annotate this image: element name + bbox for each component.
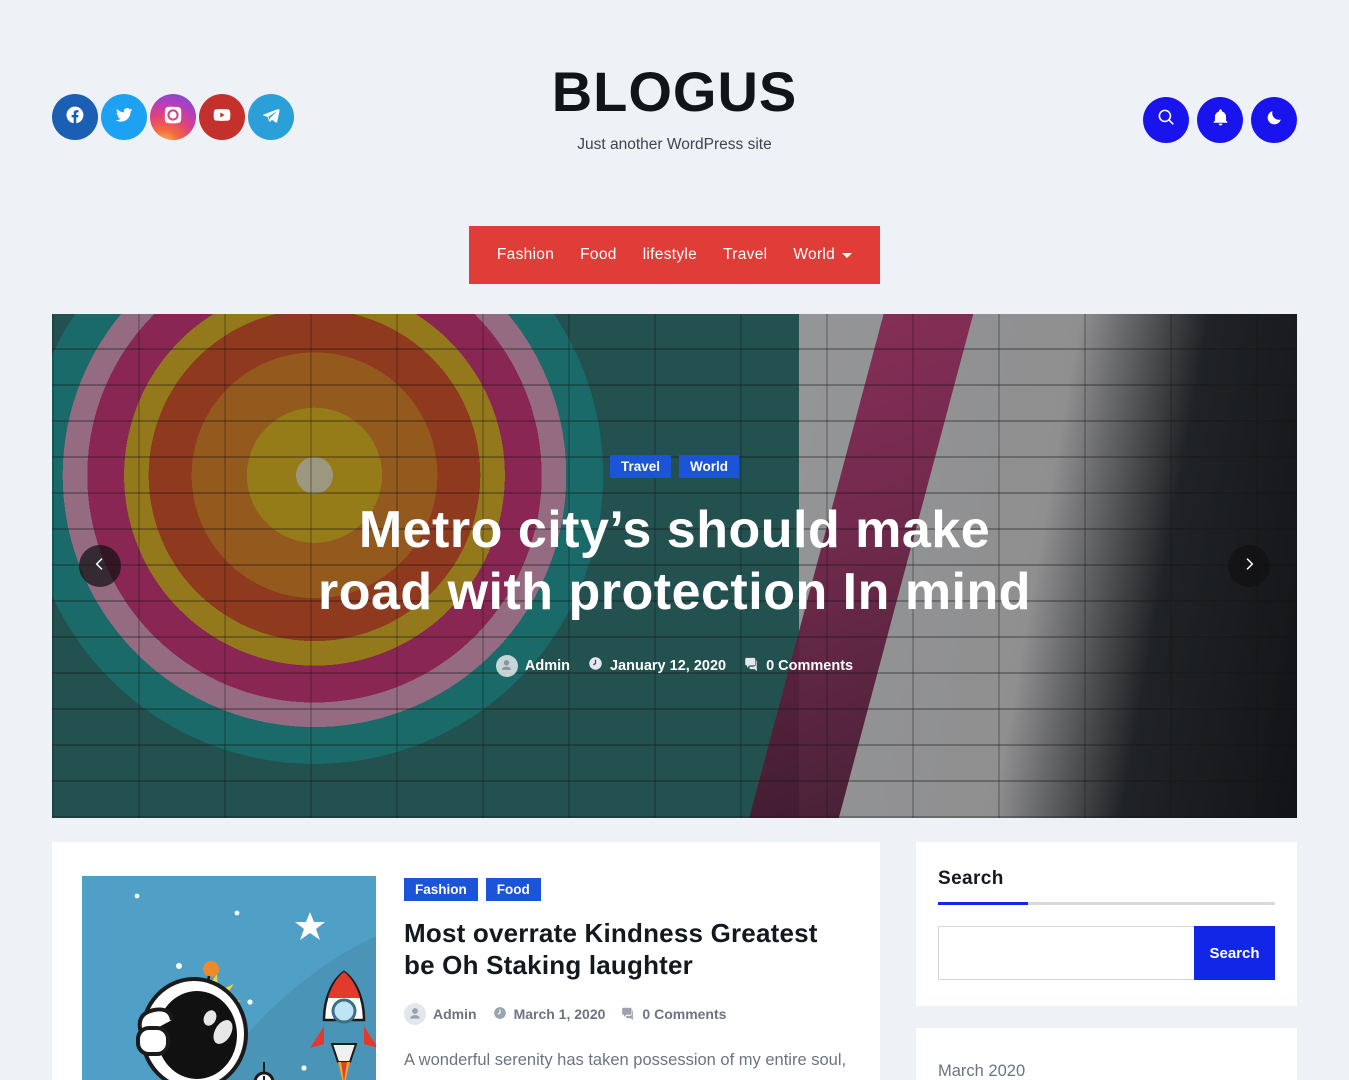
nav-item-travel[interactable]: Travel bbox=[723, 246, 767, 264]
nav-item-food[interactable]: Food bbox=[580, 246, 617, 264]
social-link-facebook[interactable] bbox=[52, 94, 98, 140]
search-widget-title: Search bbox=[938, 868, 1004, 889]
nav-label: Travel bbox=[723, 246, 768, 263]
dark-mode-button[interactable] bbox=[1251, 97, 1297, 143]
search-icon bbox=[1157, 108, 1176, 132]
clock-icon bbox=[588, 656, 603, 675]
post-comments-label: 0 Comments bbox=[642, 1006, 727, 1023]
comment-icon bbox=[744, 656, 759, 675]
social-link-telegram[interactable] bbox=[248, 94, 294, 140]
telegram-icon bbox=[261, 105, 281, 130]
post-body: Fashion Food Most overrate Kindness Grea… bbox=[404, 876, 850, 1080]
nav-item-fashion[interactable]: Fashion bbox=[497, 246, 554, 264]
archive-list: March 2020 January 2020 bbox=[938, 1054, 1275, 1080]
social-links bbox=[52, 94, 294, 140]
chevron-left-icon bbox=[92, 556, 108, 577]
search-toggle-button[interactable] bbox=[1143, 97, 1189, 143]
social-link-instagram[interactable] bbox=[150, 94, 196, 140]
search-input[interactable] bbox=[938, 926, 1194, 980]
post-author-label: Admin bbox=[433, 1006, 477, 1023]
hero-comments[interactable]: 0 Comments bbox=[744, 656, 853, 675]
page-content: Fashion Food Most overrate Kindness Grea… bbox=[0, 818, 1349, 1080]
social-link-youtube[interactable] bbox=[199, 94, 245, 140]
nav-bar: Fashion Food lifestyle Travel World bbox=[468, 226, 881, 284]
bell-icon bbox=[1211, 108, 1230, 132]
hero-slider: Travel World Metro city’s should make ro… bbox=[52, 314, 1297, 818]
hero-tag-world[interactable]: World bbox=[679, 455, 740, 479]
archives-widget: March 2020 January 2020 bbox=[916, 1028, 1297, 1080]
post-tags: Fashion Food bbox=[404, 878, 850, 901]
post-tag-food[interactable]: Food bbox=[485, 878, 541, 901]
slider-prev-button[interactable] bbox=[79, 545, 121, 587]
post-date[interactable]: March 1, 2020 bbox=[493, 1006, 606, 1023]
hero-date-label: January 12, 2020 bbox=[609, 657, 727, 674]
post-comments[interactable]: 0 Comments bbox=[621, 1006, 726, 1023]
hero-comments-label: 0 Comments bbox=[766, 657, 854, 674]
nav-item-lifestyle[interactable]: lifestyle bbox=[643, 246, 697, 264]
sidebar: Search Search March 2020 January 2020 bbox=[916, 842, 1297, 1080]
chevron-right-icon bbox=[1241, 556, 1257, 577]
youtube-icon bbox=[212, 105, 232, 130]
post-excerpt: A wonderful serenity has taken possessio… bbox=[404, 1051, 847, 1080]
twitter-icon bbox=[114, 105, 134, 130]
astronaut-illustration bbox=[82, 876, 376, 1080]
search-form: Search bbox=[938, 926, 1275, 980]
main-navigation: Fashion Food lifestyle Travel World bbox=[0, 226, 1349, 284]
nav-item-world[interactable]: World bbox=[793, 246, 853, 264]
hero-tags: Travel World bbox=[609, 455, 740, 479]
nav-label: lifestyle bbox=[642, 246, 698, 263]
post-author[interactable]: Admin bbox=[404, 1003, 477, 1026]
site-header: BLOGUS Just another WordPress site bbox=[0, 0, 1349, 190]
blog-page: BLOGUS Just another WordPress site Fashi… bbox=[0, 0, 1349, 1080]
hero-meta: Admin January 12, 2020 0 Comments bbox=[495, 654, 853, 677]
chevron-down-icon bbox=[842, 252, 853, 258]
nav-label: Fashion bbox=[496, 246, 555, 263]
widget-title-underline bbox=[938, 902, 1275, 905]
social-link-twitter[interactable] bbox=[101, 94, 147, 140]
nav-label: Food bbox=[580, 246, 617, 263]
hero-content: Travel World Metro city’s should make ro… bbox=[52, 314, 1297, 818]
clock-icon bbox=[493, 1006, 507, 1023]
avatar bbox=[404, 1003, 426, 1026]
moon-icon bbox=[1265, 108, 1284, 132]
archive-item-march-2020[interactable]: March 2020 bbox=[938, 1054, 1275, 1080]
hero-author[interactable]: Admin bbox=[495, 654, 570, 677]
comment-icon bbox=[621, 1006, 635, 1023]
avatar bbox=[495, 654, 518, 677]
instagram-icon bbox=[163, 105, 183, 130]
post-meta: Admin March 1, 2020 0 Comments bbox=[404, 1003, 850, 1026]
nav-label: World bbox=[793, 246, 836, 263]
hero-date[interactable]: January 12, 2020 bbox=[588, 656, 726, 675]
search-submit-button[interactable]: Search bbox=[1194, 926, 1275, 980]
slider-next-button[interactable] bbox=[1228, 545, 1270, 587]
search-widget: Search Search bbox=[916, 842, 1297, 1006]
facebook-icon bbox=[65, 105, 85, 130]
header-actions bbox=[1143, 97, 1297, 143]
hero-tag-travel[interactable]: Travel bbox=[609, 455, 672, 479]
hero-title[interactable]: Metro city’s should make road with prote… bbox=[295, 500, 1055, 623]
notifications-button[interactable] bbox=[1197, 97, 1243, 143]
post-tag-fashion[interactable]: Fashion bbox=[404, 878, 478, 901]
post-item: Fashion Food Most overrate Kindness Grea… bbox=[52, 842, 880, 1080]
post-title[interactable]: Most overrate Kindness Greatest be Oh St… bbox=[404, 917, 850, 981]
post-thumbnail[interactable] bbox=[82, 876, 376, 1080]
hero-author-label: Admin bbox=[524, 657, 570, 674]
post-list: Fashion Food Most overrate Kindness Grea… bbox=[52, 842, 880, 1080]
post-date-label: March 1, 2020 bbox=[513, 1006, 606, 1023]
